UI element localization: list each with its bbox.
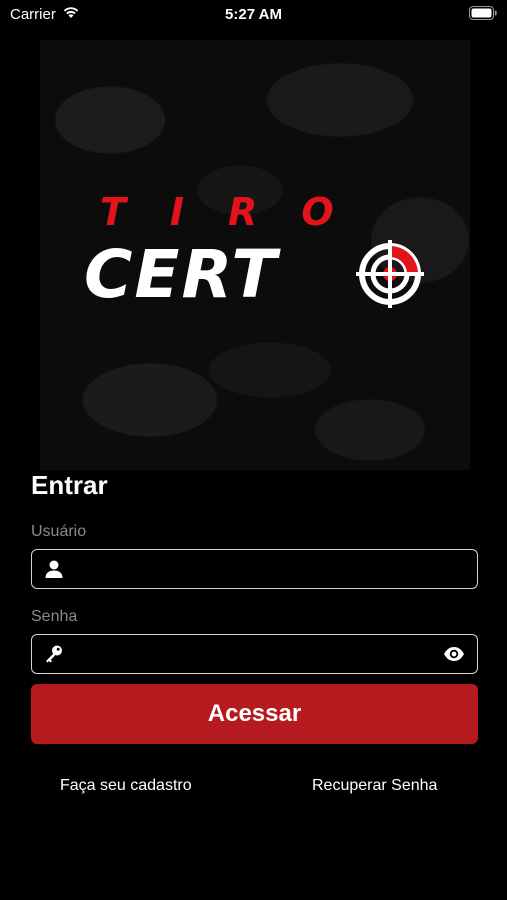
logo-tiro-text: TIRO: [100, 190, 378, 234]
crosshair-target-icon: [356, 240, 424, 313]
submit-button[interactable]: Acessar: [31, 684, 478, 744]
battery-icon: [469, 6, 497, 25]
status-bar: Carrier 5:27 AM: [0, 0, 507, 28]
recover-password-link[interactable]: Recuperar Senha: [312, 777, 437, 795]
user-icon: [44, 559, 64, 584]
username-input[interactable]: [76, 550, 426, 588]
login-screen: Carrier 5:27 AM TIRO CERT Entrar Usuário…: [0, 0, 507, 900]
username-field[interactable]: [31, 549, 478, 589]
login-title: Entrar: [31, 470, 108, 500]
eye-icon[interactable]: [443, 645, 465, 668]
status-time: 5:27 AM: [225, 6, 282, 23]
key-icon: [44, 644, 64, 669]
brand-hero: TIRO CERT: [40, 40, 470, 470]
logo-certo-text: CERT: [84, 236, 279, 313]
username-label: Usuário: [31, 523, 87, 540]
signup-link[interactable]: Faça seu cadastro: [60, 777, 192, 795]
password-input[interactable]: [76, 635, 426, 673]
password-field[interactable]: [31, 634, 478, 674]
password-label: Senha: [31, 608, 78, 625]
